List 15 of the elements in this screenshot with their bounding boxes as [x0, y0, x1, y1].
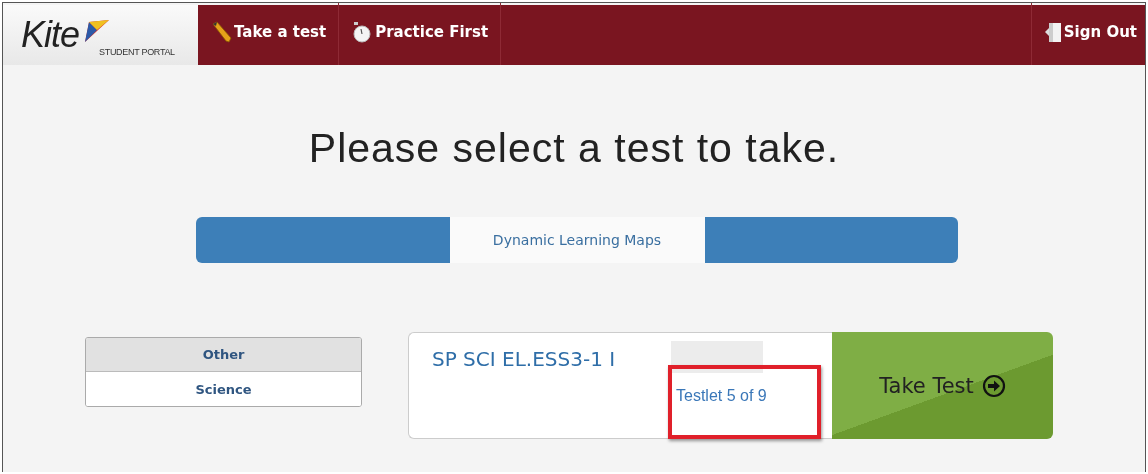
page-heading: Please select a test to take. [308, 125, 840, 172]
testlet-count: Testlet 5 of 9 [676, 387, 767, 405]
arrow-circle-icon [981, 373, 1006, 398]
logo: Kite STUDENT PORTAL [3, 5, 198, 65]
door-icon [1043, 21, 1062, 43]
tab[interactable]: Dynamic Learning Maps [449, 217, 705, 263]
sign-out-link[interactable]: Sign Out [1030, 3, 1145, 65]
nav-link[interactable]: Take a test [198, 3, 340, 65]
nav-link[interactable]: Practice First [339, 3, 502, 65]
take-test-button[interactable]: Take Test [832, 332, 1053, 439]
stopwatch-icon [351, 21, 374, 43]
logo-text: Kite [21, 14, 80, 56]
test-title: SP SCI EL.ESS3-1 I [432, 347, 616, 371]
pencil-icon [210, 21, 232, 43]
subject-item[interactable]: Other [86, 338, 361, 372]
